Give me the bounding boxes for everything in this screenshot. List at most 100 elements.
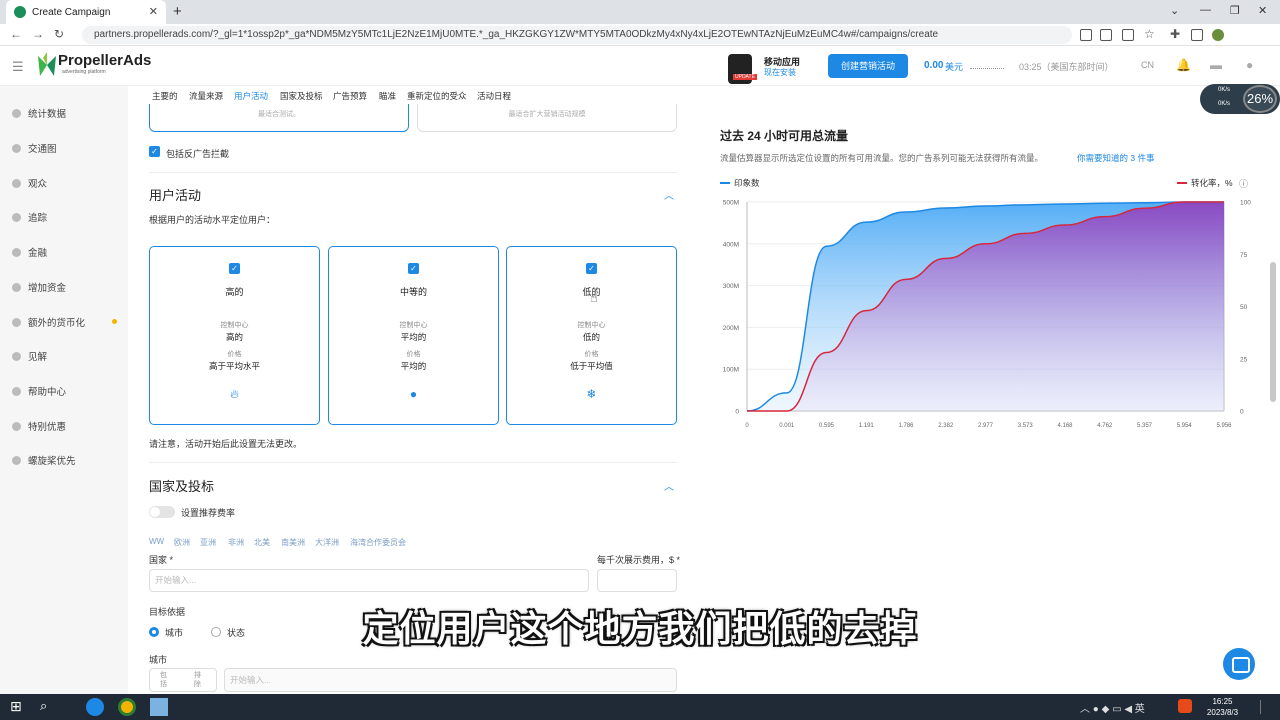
region-europe[interactable]: 欧洲 (174, 537, 190, 548)
collapse-countries-chevron-icon[interactable]: ︿ (664, 478, 674, 493)
restore-icon[interactable]: ❐ (1230, 4, 1240, 17)
country-input[interactable]: 开始输入... (149, 569, 589, 592)
x-tick-label: 4.168 (1057, 423, 1073, 429)
sidebar-item-finance[interactable]: 金融 (12, 245, 47, 259)
briefcase-icon[interactable]: ▬ (1210, 58, 1222, 72)
region-gcc[interactable]: 海湾合作委员会 (350, 537, 406, 548)
three-things-link[interactable]: 你需要知道的 3 件事 (1077, 152, 1154, 164)
forward-icon[interactable]: → (32, 27, 44, 41)
search-icon[interactable]: ⌕ (40, 698, 58, 716)
activity-low-checkbox[interactable]: ✓ (586, 263, 597, 274)
y-right-tick-label: 50 (1240, 304, 1248, 311)
chat-support-icon[interactable] (1223, 648, 1255, 680)
tray-chevron-icon[interactable]: ︿ (1080, 704, 1093, 715)
back-icon[interactable]: ← (10, 27, 22, 41)
sidebar-item-help-center[interactable]: 帮助中心 (12, 384, 66, 398)
network-icon[interactable]: ▭ (1112, 704, 1124, 715)
logo-text[interactable]: PropellerAds (58, 52, 151, 69)
shield-icon[interactable]: ◆ (1102, 704, 1112, 715)
sidebar-item-add-funds[interactable]: 增加资金 (12, 280, 66, 294)
microphone-icon[interactable]: ● (1093, 704, 1102, 715)
browser-tab[interactable]: Create Campaign ✕ (6, 0, 166, 24)
sidebar-item-traffic-map[interactable]: 交通图 (12, 141, 57, 155)
add-funds-icon (12, 282, 21, 292)
activity-card-low[interactable]: ✓ 低的 控制中心 低的 价格 低于平均值 ❄ (506, 246, 677, 425)
notepad-icon[interactable] (150, 698, 168, 716)
tab-schedule[interactable]: 活动日程 (477, 90, 511, 102)
sidebar-item-audience[interactable]: 观众 (12, 176, 47, 190)
create-campaign-button[interactable]: 创建营销活动 (828, 54, 908, 78)
exclude-option[interactable]: 排除 (194, 671, 204, 689)
sidebar-item-monetization[interactable]: 额外的货币化 (12, 315, 85, 329)
tab-main[interactable]: 主要的 (152, 90, 178, 102)
ime-indicator[interactable]: 英 (1135, 704, 1145, 715)
show-desktop-button[interactable] (1260, 700, 1268, 714)
activity-card-price-value: 低于平均值 (570, 361, 613, 371)
translate-icon[interactable] (1100, 29, 1112, 41)
menu-hamburger-icon[interactable]: ☰ (12, 59, 24, 75)
activity-card-value: 平均的 (400, 332, 427, 342)
collapse-user-activity-chevron-icon[interactable]: ︿ (664, 187, 674, 202)
url-field[interactable]: partners.propellerads.com/?_gl=1*1ossp2p… (82, 26, 1072, 44)
region-ww[interactable]: WW (149, 537, 164, 546)
windows-start-icon[interactable]: ⊞ (10, 698, 28, 716)
cpm-input[interactable] (597, 569, 677, 592)
sidebar-item-insights[interactable]: 见解 (12, 349, 47, 363)
include-exclude-switch[interactable]: 包括 排除 (149, 668, 217, 692)
region-africa[interactable]: 非洲 (228, 537, 244, 548)
sidebar-item-statistics[interactable]: 统计数据 (12, 106, 66, 120)
install-now-link[interactable]: 现在安装 (764, 67, 796, 78)
side-panel-icon[interactable] (1191, 29, 1203, 41)
chrome-browser-icon[interactable] (118, 698, 136, 716)
tab-traffic-source[interactable]: 流量来源 (189, 90, 223, 102)
activity-card-price-value: 平均的 (400, 361, 427, 371)
region-oceania[interactable]: 大洋洲 (315, 537, 339, 548)
reload-icon[interactable]: ↻ (54, 27, 64, 41)
edge-browser-icon[interactable] (86, 698, 104, 716)
region-south-america[interactable]: 南美洲 (281, 537, 305, 548)
city-input[interactable]: 开始输入... (224, 668, 677, 692)
share-icon[interactable] (1122, 29, 1134, 41)
tab-user-activity[interactable]: 用户活动 (234, 90, 268, 102)
tab-retargeting[interactable]: 重新定位的受众 (407, 90, 467, 102)
volume-icon[interactable]: ◀ (1124, 704, 1134, 715)
extensions-icon[interactable]: ✚ (1170, 27, 1180, 41)
tab-ad-budget[interactable]: 广告预算 (333, 90, 367, 102)
region-asia[interactable]: 亚洲 (200, 537, 216, 548)
tab-countries-bids[interactable]: 国家及投标 (280, 90, 323, 102)
activity-high-checkbox[interactable]: ✓ (229, 263, 240, 274)
network-speed-widget: 0K/s 0K/s 26% (1200, 84, 1280, 114)
language-selector[interactable]: CN (1141, 60, 1154, 70)
include-option[interactable]: 包括 (160, 671, 170, 689)
region-north-america[interactable]: 北美 (254, 537, 270, 548)
activity-medium-checkbox[interactable]: ✓ (408, 263, 419, 274)
campaign-type-card-test[interactable]: 最适合测试。 (149, 104, 409, 132)
page-scrollbar[interactable] (1270, 262, 1276, 402)
activity-card-medium[interactable]: ✓ 中等的 控制中心 平均的 价格 平均的 ● (328, 246, 499, 425)
star-icon (12, 455, 21, 465)
recommended-rate-toggle[interactable] (149, 506, 175, 518)
sogou-input-icon[interactable] (1178, 699, 1192, 713)
antiadblock-checkbox[interactable]: ✓ (149, 146, 160, 157)
profile-avatar-icon[interactable] (1212, 29, 1224, 41)
minimize-icon[interactable]: — (1200, 4, 1211, 16)
tab-targeting[interactable]: 瞄准 (379, 90, 396, 102)
sidebar-item-propeller-priority[interactable]: 螺旋桨优先 (12, 453, 76, 467)
user-account-icon[interactable]: ● (1246, 58, 1253, 72)
sidebar-item-label: 额外的货币化 (28, 318, 86, 329)
taskbar-clock[interactable]: 16:25 2023/8/3 (1200, 696, 1245, 718)
info-icon[interactable]: ⓘ (1239, 179, 1248, 189)
snowflake-icon: ❄ (586, 387, 597, 401)
sidebar-item-tracking[interactable]: 追踪 (12, 210, 47, 224)
activity-card-high[interactable]: ✓ 高的 控制中心 高的 价格 高于平均水平 🔥︎ (149, 246, 320, 425)
close-window-icon[interactable]: ✕ (1258, 4, 1267, 17)
notifications-bell-icon[interactable]: 🔔 (1176, 58, 1191, 72)
bookmark-star-icon[interactable]: ☆ (1144, 27, 1155, 41)
x-tick-label: 0 (745, 423, 749, 429)
install-app-icon[interactable] (1080, 29, 1092, 41)
tab-search-icon[interactable]: ⌄ (1170, 4, 1179, 17)
campaign-type-card-scale[interactable]: 最适合扩大营销活动规模 (417, 104, 677, 132)
new-tab-icon[interactable]: + (173, 3, 182, 20)
sidebar-item-special-offers[interactable]: 特别优惠 (12, 419, 66, 433)
close-tab-icon[interactable]: ✕ (149, 5, 158, 18)
